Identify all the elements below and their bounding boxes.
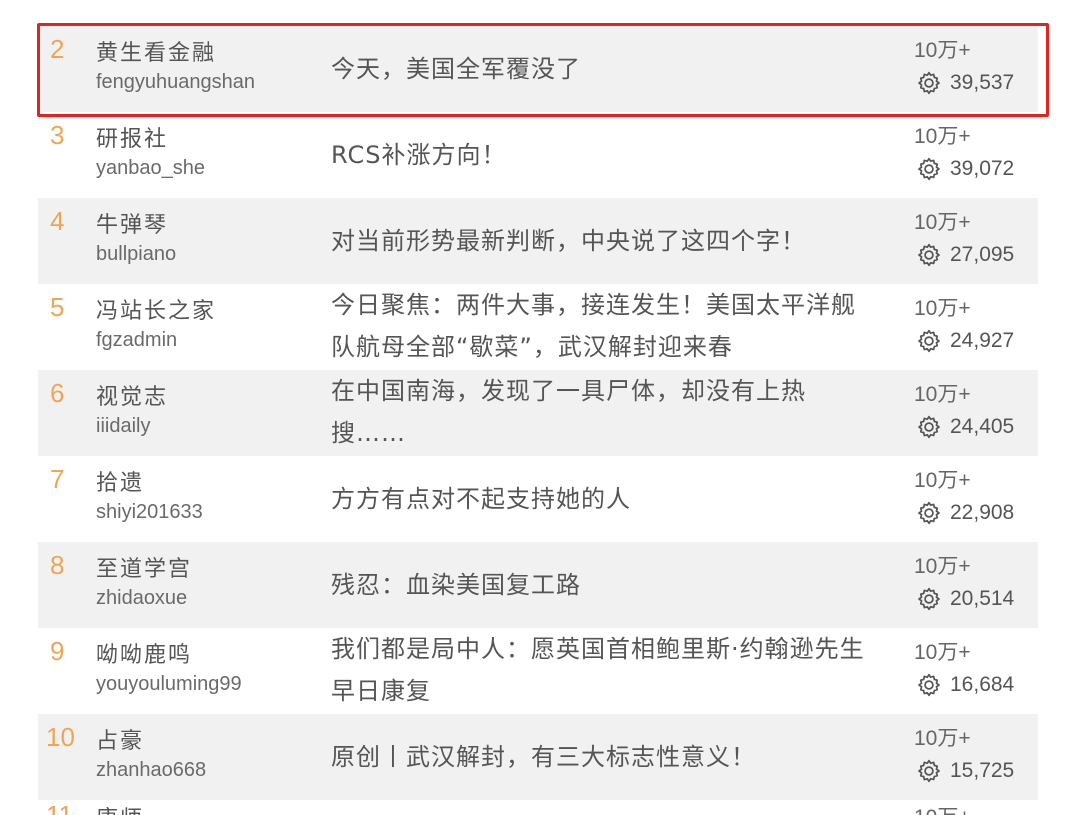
article-title[interactable]: 今日聚焦：两件大事，接连发生！美国太平洋舰队航母全部“歇菜”，武汉解封迎来春 bbox=[331, 284, 871, 368]
ranking-list: 2 黄生看金融 fengyuhuangshan 今天，美国全军覆没了 10万+ … bbox=[38, 26, 1038, 800]
like-count-value: 22,908 bbox=[950, 501, 1015, 524]
like-count-value: 27,095 bbox=[950, 243, 1015, 266]
like-count-value: 39,537 bbox=[950, 71, 1015, 94]
account-name[interactable]: 黄生看金融 bbox=[96, 35, 216, 67]
gear-icon bbox=[916, 414, 942, 440]
rank-number: 9 bbox=[50, 636, 65, 666]
rank-number: 6 bbox=[50, 378, 65, 408]
gear-icon bbox=[916, 758, 942, 784]
read-count: 10万+ bbox=[914, 211, 971, 234]
like-count: 39,072 bbox=[916, 156, 1014, 182]
account-name[interactable]: 呦呦鹿鸣 bbox=[96, 637, 192, 669]
list-item-partial[interactable]: 11 康师 10万+ bbox=[38, 800, 1038, 815]
like-count: 15,725 bbox=[916, 758, 1014, 784]
account-id: shiyi201633 bbox=[96, 501, 203, 523]
account-id: fengyuhuangshan bbox=[96, 71, 256, 93]
account-name[interactable]: 占豪 bbox=[96, 723, 144, 755]
account-name[interactable]: 康师 bbox=[96, 801, 144, 815]
like-count-value: 39,072 bbox=[950, 157, 1015, 180]
rank-number: 11 bbox=[46, 800, 73, 815]
list-item[interactable]: 2 黄生看金融 fengyuhuangshan 今天，美国全军覆没了 10万+ … bbox=[38, 26, 1038, 112]
account-id: fgzadmin bbox=[96, 329, 178, 351]
gear-icon bbox=[916, 156, 942, 182]
rank-number: 3 bbox=[50, 120, 65, 150]
account-name[interactable]: 视觉志 bbox=[96, 379, 168, 411]
article-title[interactable]: 残忍：血染美国复工路 bbox=[331, 564, 871, 606]
rank-number: 5 bbox=[50, 292, 65, 322]
gear-icon bbox=[916, 328, 942, 354]
read-count: 10万+ bbox=[914, 727, 971, 750]
gear-icon bbox=[916, 70, 942, 96]
gear-icon bbox=[916, 586, 942, 612]
list-item[interactable]: 8 至道学宫 zhidaoxue 残忍：血染美国复工路 10万+ 20,514 bbox=[38, 542, 1038, 628]
like-count: 24,405 bbox=[916, 414, 1014, 440]
account-id: zhanhao668 bbox=[96, 759, 207, 781]
account-id: iiidaily bbox=[96, 415, 151, 437]
article-title[interactable]: 方方有点对不起支持她的人 bbox=[331, 478, 871, 520]
rank-number: 10 bbox=[46, 722, 75, 752]
read-count: 10万+ bbox=[914, 297, 971, 320]
list-item[interactable]: 4 牛弹琴 bullpiano 对当前形势最新判断，中央说了这四个字！ 10万+… bbox=[38, 198, 1038, 284]
article-title[interactable]: RCS补涨方向！ bbox=[331, 134, 871, 176]
like-count-value: 24,405 bbox=[950, 415, 1015, 438]
like-count-value: 20,514 bbox=[950, 587, 1015, 610]
rank-number: 8 bbox=[50, 550, 65, 580]
like-count-value: 15,725 bbox=[950, 759, 1015, 782]
read-count: 10万+ bbox=[914, 801, 971, 815]
account-id: zhidaoxue bbox=[96, 587, 188, 609]
account-name[interactable]: 至道学宫 bbox=[96, 551, 192, 583]
like-count: 16,684 bbox=[916, 672, 1014, 698]
list-item[interactable]: 9 呦呦鹿鸣 youyouluming99 我们都是局中人：愿英国首相鲍里斯·约… bbox=[38, 628, 1038, 714]
read-count: 10万+ bbox=[914, 39, 971, 62]
gear-icon bbox=[916, 242, 942, 268]
list-item[interactable]: 3 研报社 yanbao_she RCS补涨方向！ 10万+ 39,072 bbox=[38, 112, 1038, 198]
list-item[interactable]: 10 占豪 zhanhao668 原创丨武汉解封，有三大标志性意义！ 10万+ … bbox=[38, 714, 1038, 800]
account-name[interactable]: 拾遗 bbox=[96, 465, 144, 497]
like-count-value: 16,684 bbox=[950, 673, 1015, 696]
rank-number: 7 bbox=[50, 464, 65, 494]
rank-number: 2 bbox=[50, 34, 65, 64]
account-id: yanbao_she bbox=[96, 157, 205, 179]
like-count: 24,927 bbox=[916, 328, 1014, 354]
account-name[interactable]: 牛弹琴 bbox=[96, 207, 168, 239]
account-name[interactable]: 冯站长之家 bbox=[96, 293, 216, 325]
read-count: 10万+ bbox=[914, 383, 971, 406]
article-title[interactable]: 在中国南海，发现了一具尸体，却没有上热搜…… bbox=[331, 370, 871, 454]
read-count: 10万+ bbox=[914, 469, 971, 492]
list-item[interactable]: 7 拾遗 shiyi201633 方方有点对不起支持她的人 10万+ 22,90… bbox=[38, 456, 1038, 542]
rank-number: 4 bbox=[50, 206, 65, 236]
like-count-value: 24,927 bbox=[950, 329, 1015, 352]
account-id: bullpiano bbox=[96, 243, 177, 265]
article-title[interactable]: 我们都是局中人：愿英国首相鲍里斯·约翰逊先生早日康复 bbox=[331, 628, 871, 712]
list-item[interactable]: 5 冯站长之家 fgzadmin 今日聚焦：两件大事，接连发生！美国太平洋舰队航… bbox=[38, 284, 1038, 370]
read-count: 10万+ bbox=[914, 641, 971, 664]
like-count: 27,095 bbox=[916, 242, 1014, 268]
list-item[interactable]: 6 视觉志 iiidaily 在中国南海，发现了一具尸体，却没有上热搜…… 10… bbox=[38, 370, 1038, 456]
article-title[interactable]: 今天，美国全军覆没了 bbox=[331, 48, 871, 90]
like-count: 22,908 bbox=[916, 500, 1014, 526]
account-id: youyouluming99 bbox=[96, 673, 242, 695]
read-count: 10万+ bbox=[914, 555, 971, 578]
account-name[interactable]: 研报社 bbox=[96, 121, 168, 153]
article-title[interactable]: 原创丨武汉解封，有三大标志性意义！ bbox=[331, 736, 871, 778]
gear-icon bbox=[916, 500, 942, 526]
gear-icon bbox=[916, 672, 942, 698]
article-title[interactable]: 对当前形势最新判断，中央说了这四个字！ bbox=[331, 220, 871, 262]
read-count: 10万+ bbox=[914, 125, 971, 148]
like-count: 20,514 bbox=[916, 586, 1014, 612]
like-count: 39,537 bbox=[916, 70, 1014, 96]
